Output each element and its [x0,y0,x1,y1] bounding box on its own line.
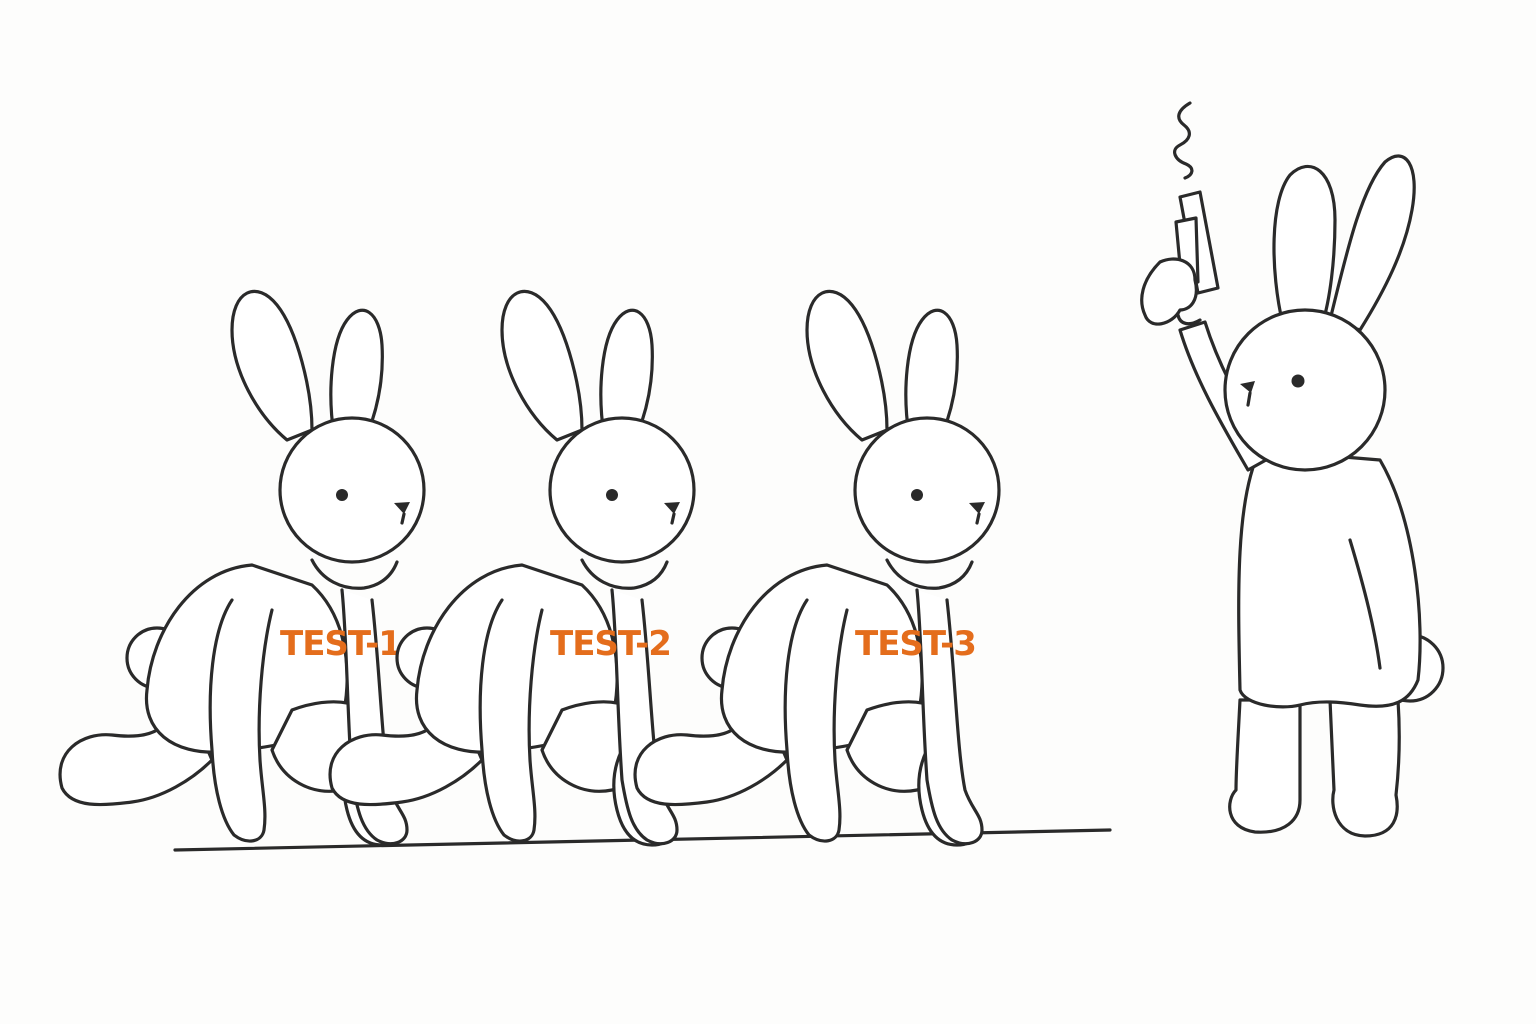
bib-label-runner-1: TEST-1 [280,624,401,664]
bib-label-runner-3: TEST-3 [855,624,976,664]
smoke-squiggle-icon [1173,101,1194,180]
starter-rabbit [1178,154,1445,838]
starting-pistol-icon [1140,190,1220,326]
crouching-rabbit-runner-3: TEST-3 [633,289,1001,847]
race-start-illustration: TEST-1 TEST-2 TEST-3 [58,101,1445,852]
bib-label-runner-2: TEST-2 [550,624,671,664]
